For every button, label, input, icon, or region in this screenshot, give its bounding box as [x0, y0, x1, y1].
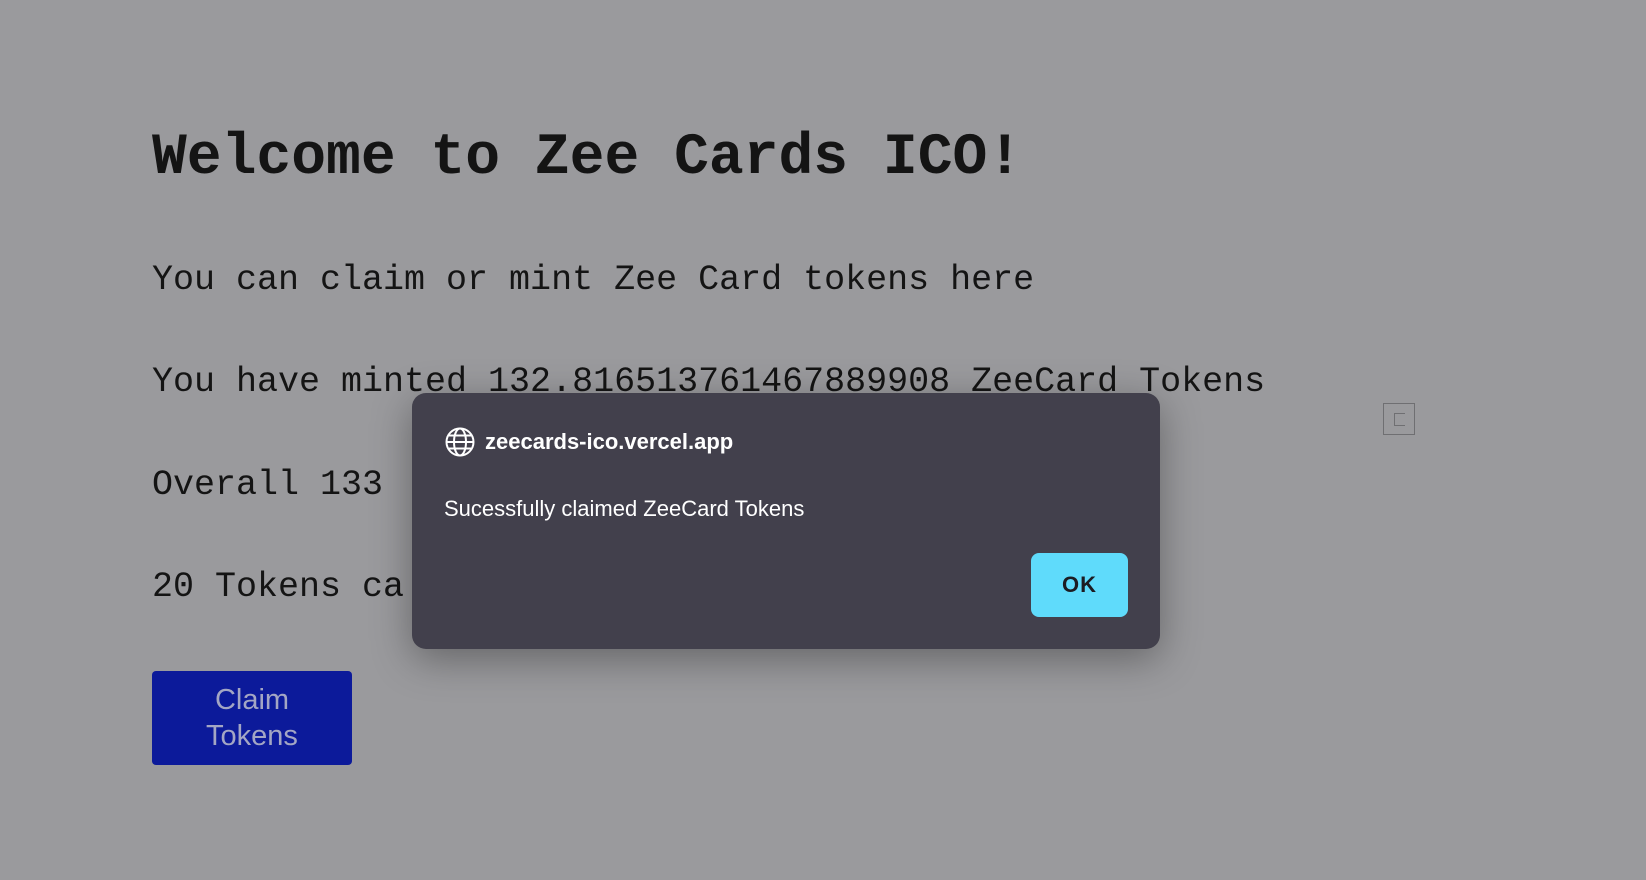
claim-amount-text: 20 Tokens ca — [152, 567, 405, 607]
extension-icon[interactable] — [1383, 403, 1415, 435]
ok-button[interactable]: OK — [1031, 553, 1128, 617]
page-title: Welcome to Zee Cards ICO! — [152, 126, 1023, 191]
dialog-origin: zeecards-ico.vercel.app — [485, 429, 734, 454]
overall-supply-text: Overall 133 — [152, 465, 384, 505]
claim-tokens-button[interactable]: Claim Tokens — [152, 671, 352, 765]
dialog-message: Sucessfully claimed ZeeCard Tokens — [444, 496, 805, 521]
globe-icon — [445, 427, 475, 457]
alert-dialog: zeecards-ico.vercel.app Sucessfully clai… — [412, 393, 1160, 649]
intro-text: You can claim or mint Zee Card tokens he… — [152, 260, 1035, 300]
dialog-header: zeecards-ico.vercel.app — [444, 426, 733, 458]
